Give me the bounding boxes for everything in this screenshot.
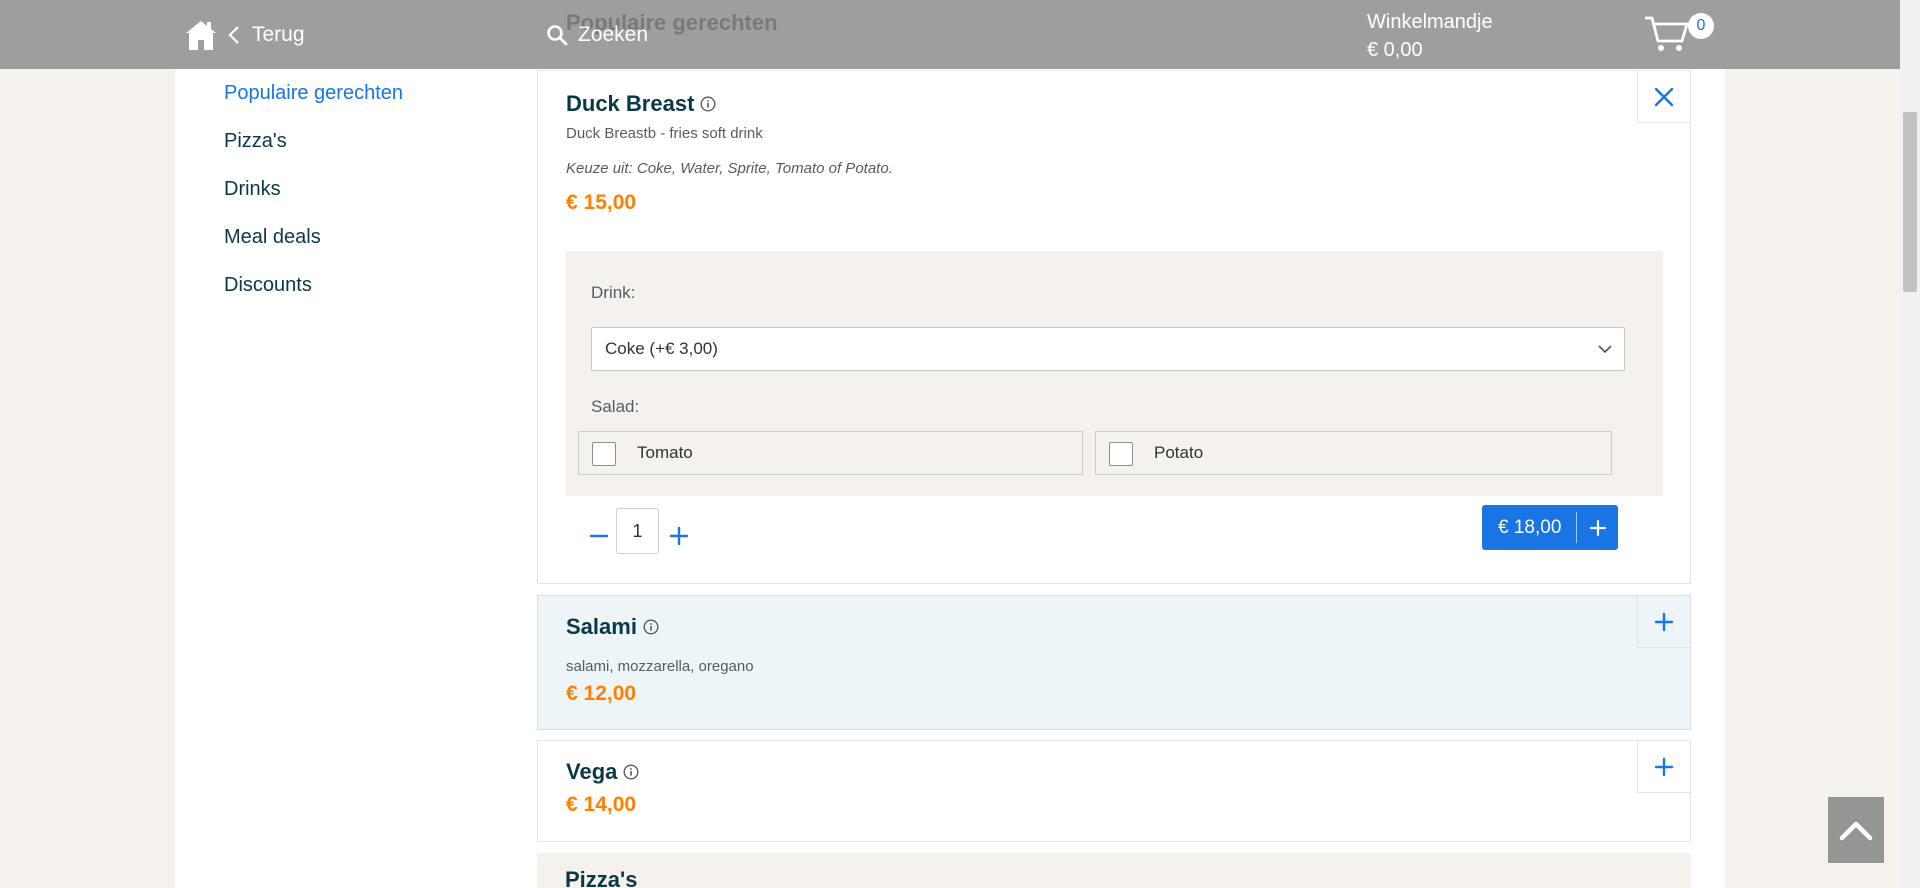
salad-option-label: Potato bbox=[1154, 443, 1204, 462]
info-icon[interactable] bbox=[643, 619, 659, 635]
dish-card-vega[interactable]: Vega € 14,00 bbox=[537, 740, 1691, 842]
dish-price: € 14,00 bbox=[566, 793, 637, 816]
cart-icon[interactable] bbox=[1643, 15, 1689, 53]
plus-icon bbox=[1577, 519, 1618, 537]
add-dish-button[interactable] bbox=[1637, 741, 1690, 793]
cart-title: Winkelmandje bbox=[1367, 11, 1493, 33]
chevron-up-icon bbox=[1839, 821, 1873, 841]
plus-icon bbox=[1654, 612, 1674, 631]
dish-description: salami, mozzarella, oregano bbox=[566, 658, 754, 675]
scrollbar[interactable] bbox=[1900, 0, 1920, 888]
category-title: Pizza's bbox=[565, 867, 638, 888]
salad-option-potato[interactable]: Potato bbox=[1095, 431, 1612, 475]
dish-name: Duck Breast bbox=[566, 91, 716, 117]
scroll-to-top-button[interactable] bbox=[1828, 797, 1884, 863]
back-label: Terug bbox=[252, 23, 305, 46]
sidebar-item-drinks[interactable]: Drinks bbox=[224, 172, 403, 220]
minus-icon[interactable] bbox=[588, 525, 610, 547]
checkbox[interactable] bbox=[592, 442, 616, 466]
sidebar-item-populaire-gerechten[interactable]: Populaire gerechten bbox=[224, 76, 403, 124]
add-to-cart-button[interactable]: € 18,00 bbox=[1482, 505, 1618, 550]
dish-name: Vega bbox=[566, 759, 639, 785]
cart-total: € 0,00 bbox=[1367, 39, 1423, 61]
chevron-left-icon bbox=[228, 26, 239, 44]
salad-option-label: Tomato bbox=[637, 443, 693, 462]
close-button[interactable] bbox=[1637, 71, 1690, 123]
quantity-input[interactable]: 1 bbox=[616, 508, 659, 554]
search-label: Zoeken bbox=[578, 23, 649, 46]
sidebar-item-discounts[interactable]: Discounts bbox=[224, 268, 403, 316]
dish-card-salami[interactable]: Salami salami, mozzarella, oregano € 12,… bbox=[537, 595, 1691, 730]
chevron-down-icon bbox=[1598, 345, 1612, 354]
sidebar-item-meal-deals[interactable]: Meal deals bbox=[224, 220, 403, 268]
dish-choice-note: Keuze uit: Coke, Water, Sprite, Tomato o… bbox=[566, 160, 893, 177]
dish-description: Duck Breastb - fries soft drink bbox=[566, 125, 763, 142]
top-bar: Terug Populaire gerechten Zoeken Winkelm… bbox=[0, 0, 1900, 69]
drink-select-value: Coke (+€ 3,00) bbox=[605, 339, 718, 358]
dish-name-label: Vega bbox=[566, 759, 618, 784]
dish-name-label: Salami bbox=[566, 614, 637, 639]
add-total: € 18,00 bbox=[1498, 516, 1562, 538]
plus-icon bbox=[1654, 757, 1674, 776]
dish-name: Salami bbox=[566, 614, 659, 640]
drink-select[interactable]: Coke (+€ 3,00) bbox=[591, 327, 1625, 371]
category-card-pizzas bbox=[537, 853, 1691, 888]
cart-summary[interactable]: Winkelmandje € 0,00 bbox=[1367, 8, 1493, 64]
drink-label: Drink: bbox=[591, 283, 636, 302]
options-panel: Drink: Coke (+€ 3,00) Salad: Tomato Pota… bbox=[566, 251, 1663, 496]
dish-price: € 15,00 bbox=[566, 191, 637, 214]
dish-price: € 12,00 bbox=[566, 682, 637, 705]
info-icon[interactable] bbox=[623, 764, 639, 780]
cart-count-badge: 0 bbox=[1688, 13, 1714, 39]
plus-icon[interactable] bbox=[668, 525, 690, 547]
dish-name-label: Duck Breast bbox=[566, 91, 695, 116]
search-icon bbox=[547, 25, 568, 46]
salad-option-tomato[interactable]: Tomato bbox=[578, 431, 1083, 475]
scrollbar-thumb[interactable] bbox=[1903, 112, 1917, 292]
add-dish-button[interactable] bbox=[1637, 596, 1690, 648]
back-button[interactable]: Terug bbox=[228, 18, 305, 52]
sidebar-item-pizzas[interactable]: Pizza's bbox=[224, 124, 403, 172]
close-icon bbox=[1654, 87, 1674, 106]
dish-card-duck-breast: Duck Breast Duck Breastb - fries soft dr… bbox=[537, 70, 1691, 584]
salad-label: Salad: bbox=[591, 397, 640, 416]
home-icon[interactable] bbox=[183, 17, 219, 53]
category-sidebar: Populaire gerechten Pizza's Drinks Meal … bbox=[224, 76, 403, 316]
info-icon[interactable] bbox=[700, 96, 716, 112]
checkbox[interactable] bbox=[1109, 442, 1133, 466]
search-button[interactable]: Zoeken bbox=[546, 18, 648, 52]
